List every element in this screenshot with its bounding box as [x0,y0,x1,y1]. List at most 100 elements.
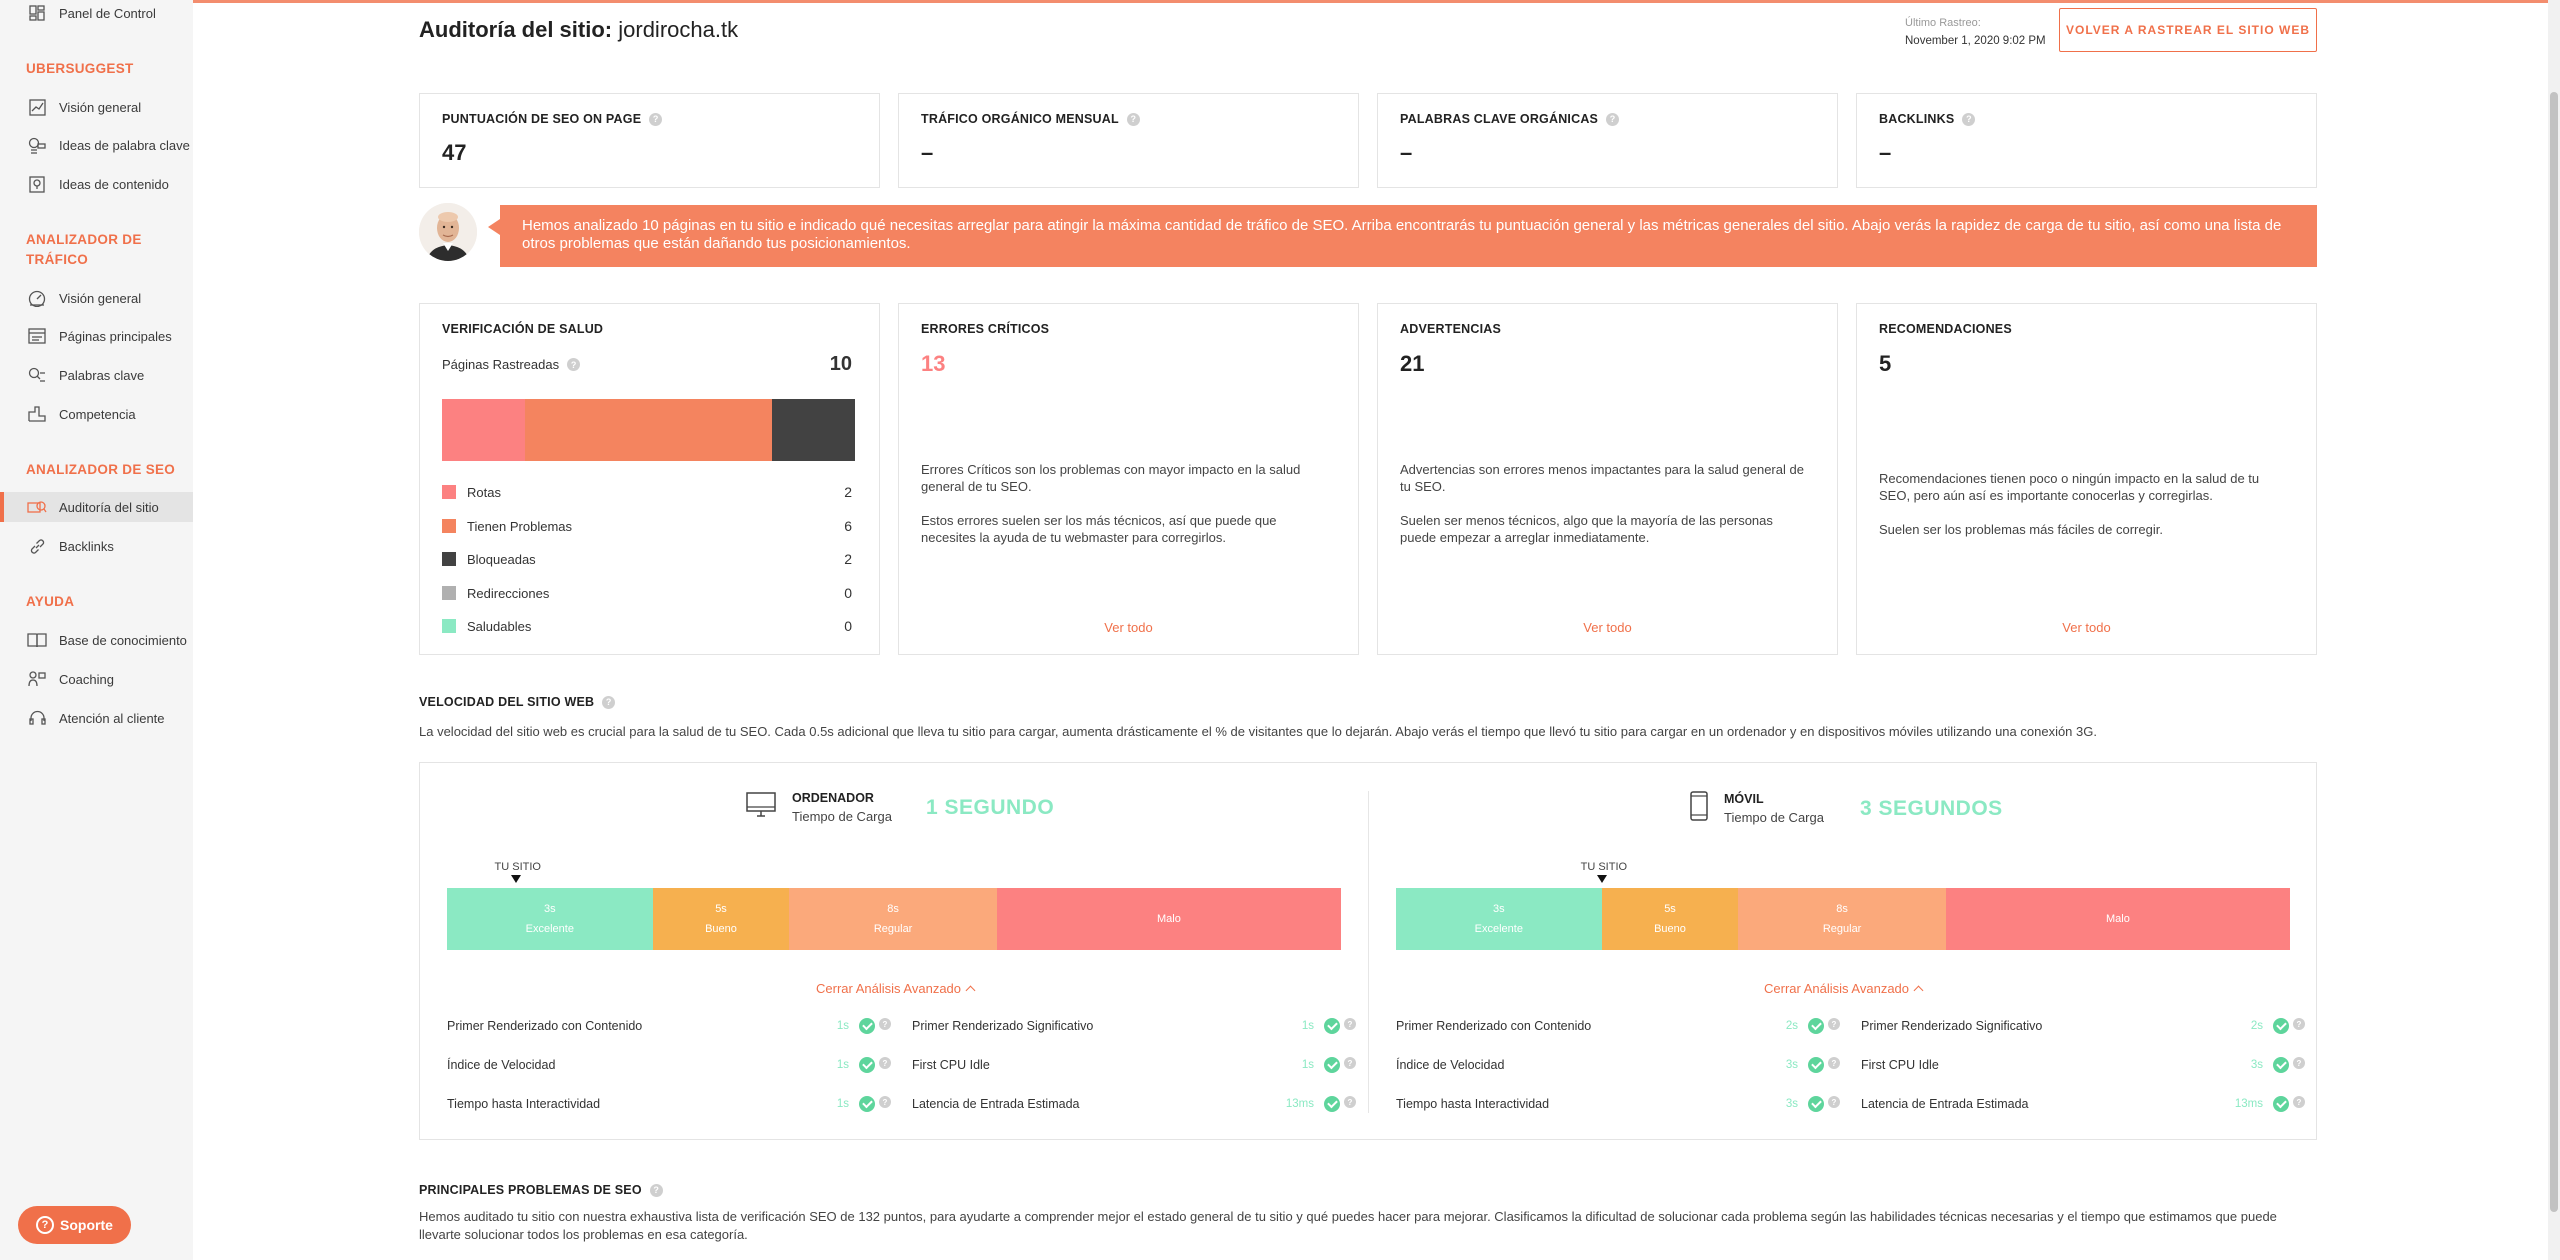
crawled-pages-value: 10 [829,353,852,375]
question-icon: ? [36,1216,55,1234]
sidebar-item-ideas-palabra-clave[interactable]: Ideas de palabra clave [0,130,193,160]
legend-label: Tienen Problemas [467,518,573,534]
recrawl-button[interactable]: VOLVER A RASTREAR EL SITIO WEB [2059,8,2317,52]
info-icon[interactable]: ? [1962,112,1976,126]
sidebar-section-ubersuggest: UBERSUGGEST [26,61,134,76]
info-icon[interactable]: ? [567,358,581,371]
chevron-up-icon [1913,985,1924,996]
info-icon[interactable]: ? [1126,112,1140,126]
legend-row-bloqueadas[interactable]: Bloqueadas 2 [442,551,852,567]
metric-card-organic-keywords: PALABRAS CLAVE ORGÁNICAS? – [1377,93,1838,188]
headset-icon [26,708,48,728]
metric-title: BACKLINKS? [1879,112,1976,126]
legend-label: Redirecciones [467,585,550,601]
issue-description-2: Suelen ser los problemas más fáciles de … [1879,522,2163,537]
legend-row-saludables[interactable]: Saludables 0 [442,618,852,634]
sidebar-section-analizador-seo: ANALIZADOR DE SEO [26,462,176,477]
device-subtitle: Tiempo de Carga [1724,810,1824,825]
crawled-pages-row: Páginas Rastreadas? 10 [442,353,852,376]
info-icon[interactable]: ? [602,695,616,709]
device-header-mobile: MÓVIL Tiempo de Carga 3 SEGUNDOS [1690,791,2003,826]
issue-title: ERRORES CRÍTICOS [921,322,1050,336]
sidebar-item-competencia[interactable]: Competencia [0,399,193,429]
speed-segment-excelente: 3s Excelente [447,888,653,950]
view-all-link[interactable]: Ver todo [899,620,1358,635]
collapse-advanced-desktop[interactable]: Cerrar Análisis Avanzado [816,981,976,996]
sidebar-item-label: Ideas de contenido [59,176,169,192]
sidebar-item-atencion-cliente[interactable]: Atención al cliente [0,703,193,733]
info-icon[interactable]: ? [1344,1096,1356,1108]
info-icon[interactable]: ? [2293,1018,2305,1030]
sidebar-item-ideas-contenido[interactable]: Ideas de contenido [0,169,193,199]
health-bar-segment [524,399,773,461]
sidebar-item-label: Visión general [59,99,142,115]
scrollbar-thumb[interactable] [2550,92,2558,1212]
metric-title-text: BACKLINKS [1879,112,1955,126]
audit-summary-banner: Hemos analizado 10 páginas en tu sitio e… [488,205,2317,267]
legend-row-redirecciones[interactable]: Redirecciones 0 [442,585,852,601]
collapse-label: Cerrar Análisis Avanzado [816,981,962,996]
sidebar-item-vision-general[interactable]: Visión general [0,92,193,122]
speed-segment-bueno: 5s Bueno [1601,888,1739,950]
info-icon[interactable]: ? [1828,1057,1840,1069]
sidebar-item-trafico-vision-general[interactable]: Visión general [0,283,193,313]
sidebar-item-base-conocimiento[interactable]: Base de conocimiento [0,625,193,655]
device-header-desktop: ORDENADOR Tiempo de Carga 1 SEGUNDO [746,791,1054,824]
keywords-search-icon [26,365,48,385]
info-icon[interactable]: ? [1344,1018,1356,1030]
legend-count: 0 [844,585,852,601]
legend-swatch [442,586,456,600]
info-icon[interactable]: ? [649,1183,663,1197]
sidebar-item-coaching[interactable]: Coaching [0,664,193,694]
advanced-metric-value: 13ms [1285,1098,1314,1110]
sidebar-item-auditoria-sitio[interactable]: Auditoría del sitio [0,492,193,522]
device-name: MÓVIL [1724,792,1764,806]
seo-issues-title: PRINCIPALES PROBLEMAS DE SEO ? [419,1183,663,1197]
sidebar-item-paginas-principales[interactable]: Páginas principales [0,321,193,351]
info-icon[interactable]: ? [2293,1096,2305,1108]
metric-title: TRÁFICO ORGÁNICO MENSUAL? [921,112,1140,126]
info-icon[interactable]: ? [1828,1018,1840,1030]
info-icon[interactable]: ? [879,1018,891,1030]
view-all-link[interactable]: Ver todo [1857,620,2316,635]
collapse-advanced-mobile[interactable]: Cerrar Análisis Avanzado [1764,981,1924,996]
sidebar-item-panel-de-control[interactable]: Panel de Control [0,0,193,28]
info-icon[interactable]: ? [2293,1057,2305,1069]
info-icon[interactable]: ? [1344,1057,1356,1069]
sidebar-section-analizador-trafico: ANALIZADOR DE TRÁFICO [26,232,142,267]
support-button[interactable]: ? Soporte [18,1206,131,1244]
advanced-metric-value: 2s [2250,1020,2263,1032]
legend-row-rotas[interactable]: Rotas 2 [442,484,852,500]
seo-issues-description: Hemos auditado tu sitio con nuestra exha… [419,1209,2277,1242]
scrollbar[interactable] [2548,0,2560,1260]
metric-card-organic-traffic: TRÁFICO ORGÁNICO MENSUAL? – [898,93,1359,188]
metric-title: PALABRAS CLAVE ORGÁNICAS? [1400,112,1620,126]
avatar [419,203,477,261]
speed-segment-label: Malo [1156,913,1181,925]
health-bar-segment [442,399,525,461]
check-icon [1324,1057,1340,1073]
speed-segment-time: 5s [1664,903,1676,915]
sidebar: Panel de Control UBERSUGGEST Visión gene… [0,0,193,1260]
speed-segment-excelente: 3s Excelente [1396,888,1602,950]
info-icon[interactable]: ? [1828,1096,1840,1108]
legend-swatch [442,552,456,566]
legend-row-tienen-problemas[interactable]: Tienen Problemas 6 [442,518,852,534]
check-icon [1324,1018,1340,1034]
issue-count: 21 [1400,351,1425,376]
legend-swatch [442,619,456,633]
advanced-metric-value: 1s [1301,1020,1314,1032]
advanced-metric-label: Tiempo hasta Interactividad [447,1097,601,1111]
sidebar-item-label: Competencia [59,406,136,422]
sidebar-item-backlinks[interactable]: Backlinks [0,531,193,561]
view-all-link[interactable]: Ver todo [1378,620,1837,635]
info-icon[interactable]: ? [879,1057,891,1069]
info-icon[interactable]: ? [649,112,663,126]
speed-segment-label: Excelente [525,923,574,935]
info-icon[interactable]: ? [879,1096,891,1108]
health-stacked-bar [442,399,855,461]
keyword-ideas-icon [26,135,48,155]
sidebar-item-palabras-clave[interactable]: Palabras clave [0,360,193,390]
info-icon[interactable]: ? [1606,112,1620,126]
legend-swatch [442,519,456,533]
